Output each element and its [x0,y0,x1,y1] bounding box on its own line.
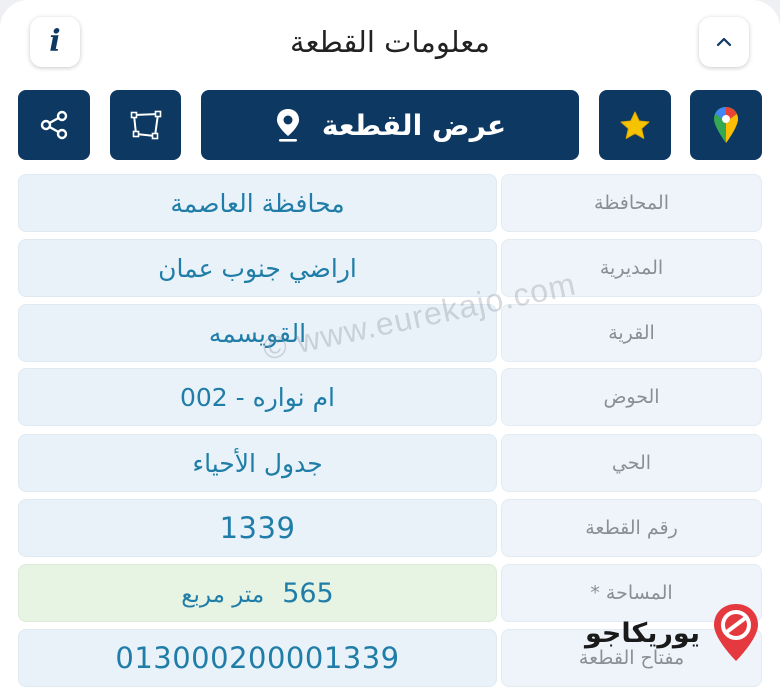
polygon-button[interactable] [110,90,181,160]
share-button[interactable] [18,90,90,160]
share-icon [40,110,68,140]
star-icon [620,111,650,139]
chevron-up-icon [716,37,732,47]
row-basin: ام نواره - 002 الحوض [18,368,762,426]
location-pin-logo-icon [713,604,758,661]
favorite-button[interactable] [599,90,671,160]
page-title: معلومات القطعة [290,25,490,59]
header: i معلومات القطعة [0,0,780,84]
google-maps-button[interactable] [690,90,762,160]
parcel-info-card: i معلومات القطعة عرض القطعة محافظة العاص… [0,0,780,692]
google-maps-icon [714,107,738,143]
row-governorate: محافظة العاصمة المحافظة [18,174,762,232]
directorate-label: المديرية [501,239,762,297]
parcel-number-value: 1339 [18,499,497,557]
row-neighborhood: جدول الأحياء الحي [18,434,762,492]
info-button[interactable]: i [30,17,80,67]
brand-name: يوريكاجو [585,617,700,649]
row-directorate: اراضي جنوب عمان المديرية [18,239,762,297]
info-icon: i [49,24,61,59]
brand-logo: يوريكاجو [585,598,765,668]
polygon-icon [130,110,161,140]
row-village: القويسمه القرية [18,304,762,362]
row-parcel-number: 1339 رقم القطعة [18,499,762,557]
view-parcel-label: عرض القطعة [321,108,507,142]
neighborhood-label: الحي [501,434,762,492]
area-value: 565 متر مربع [18,564,497,622]
basin-value: ام نواره - 002 [18,368,497,426]
village-value: القويسمه [18,304,497,362]
location-pin-icon [276,109,299,142]
toolbar: عرض القطعة [0,90,780,162]
parcel-key-value: 013000200001339 [18,629,497,687]
governorate-value: محافظة العاصمة [18,174,497,232]
basin-label: الحوض [501,368,762,426]
area-unit: متر مربع [181,581,265,608]
area-number: 565 [282,577,334,609]
directorate-value: اراضي جنوب عمان [18,239,497,297]
village-label: القرية [501,304,762,362]
collapse-button[interactable] [699,17,749,67]
parcel-number-label: رقم القطعة [501,499,762,557]
neighborhood-value: جدول الأحياء [18,434,497,492]
view-parcel-button[interactable]: عرض القطعة [201,90,579,160]
governorate-label: المحافظة [501,174,762,232]
